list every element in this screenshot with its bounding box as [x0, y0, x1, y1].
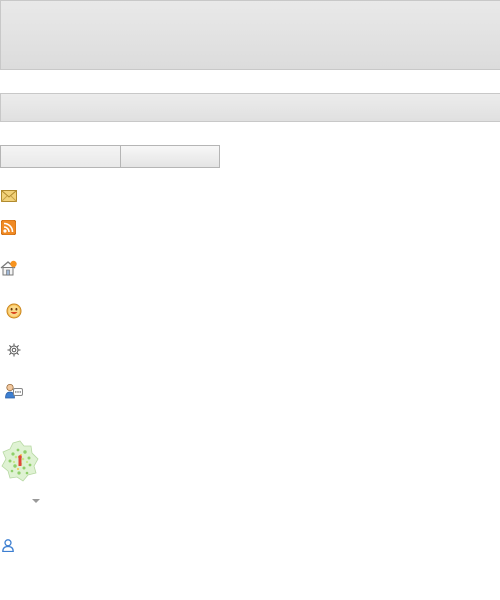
- settings-gear-icon[interactable]: [7, 343, 21, 357]
- user-chat-icon[interactable]: [5, 383, 23, 400]
- search-button[interactable]: [120, 145, 220, 168]
- mail-icon[interactable]: [1, 190, 17, 202]
- rss-feed-icon[interactable]: [1, 220, 16, 235]
- home-notification-icon[interactable]: [0, 260, 18, 276]
- search-input[interactable]: [0, 145, 120, 168]
- smiley-icon[interactable]: [6, 303, 22, 319]
- top-header-bar: [0, 0, 500, 70]
- navigation-bar: [0, 93, 500, 122]
- user-account-icon[interactable]: [2, 539, 14, 552]
- profile-avatar-globe-icon[interactable]: [1, 440, 39, 482]
- search-box: [0, 145, 220, 168]
- avatar-dropdown-arrow-icon[interactable]: [32, 499, 40, 503]
